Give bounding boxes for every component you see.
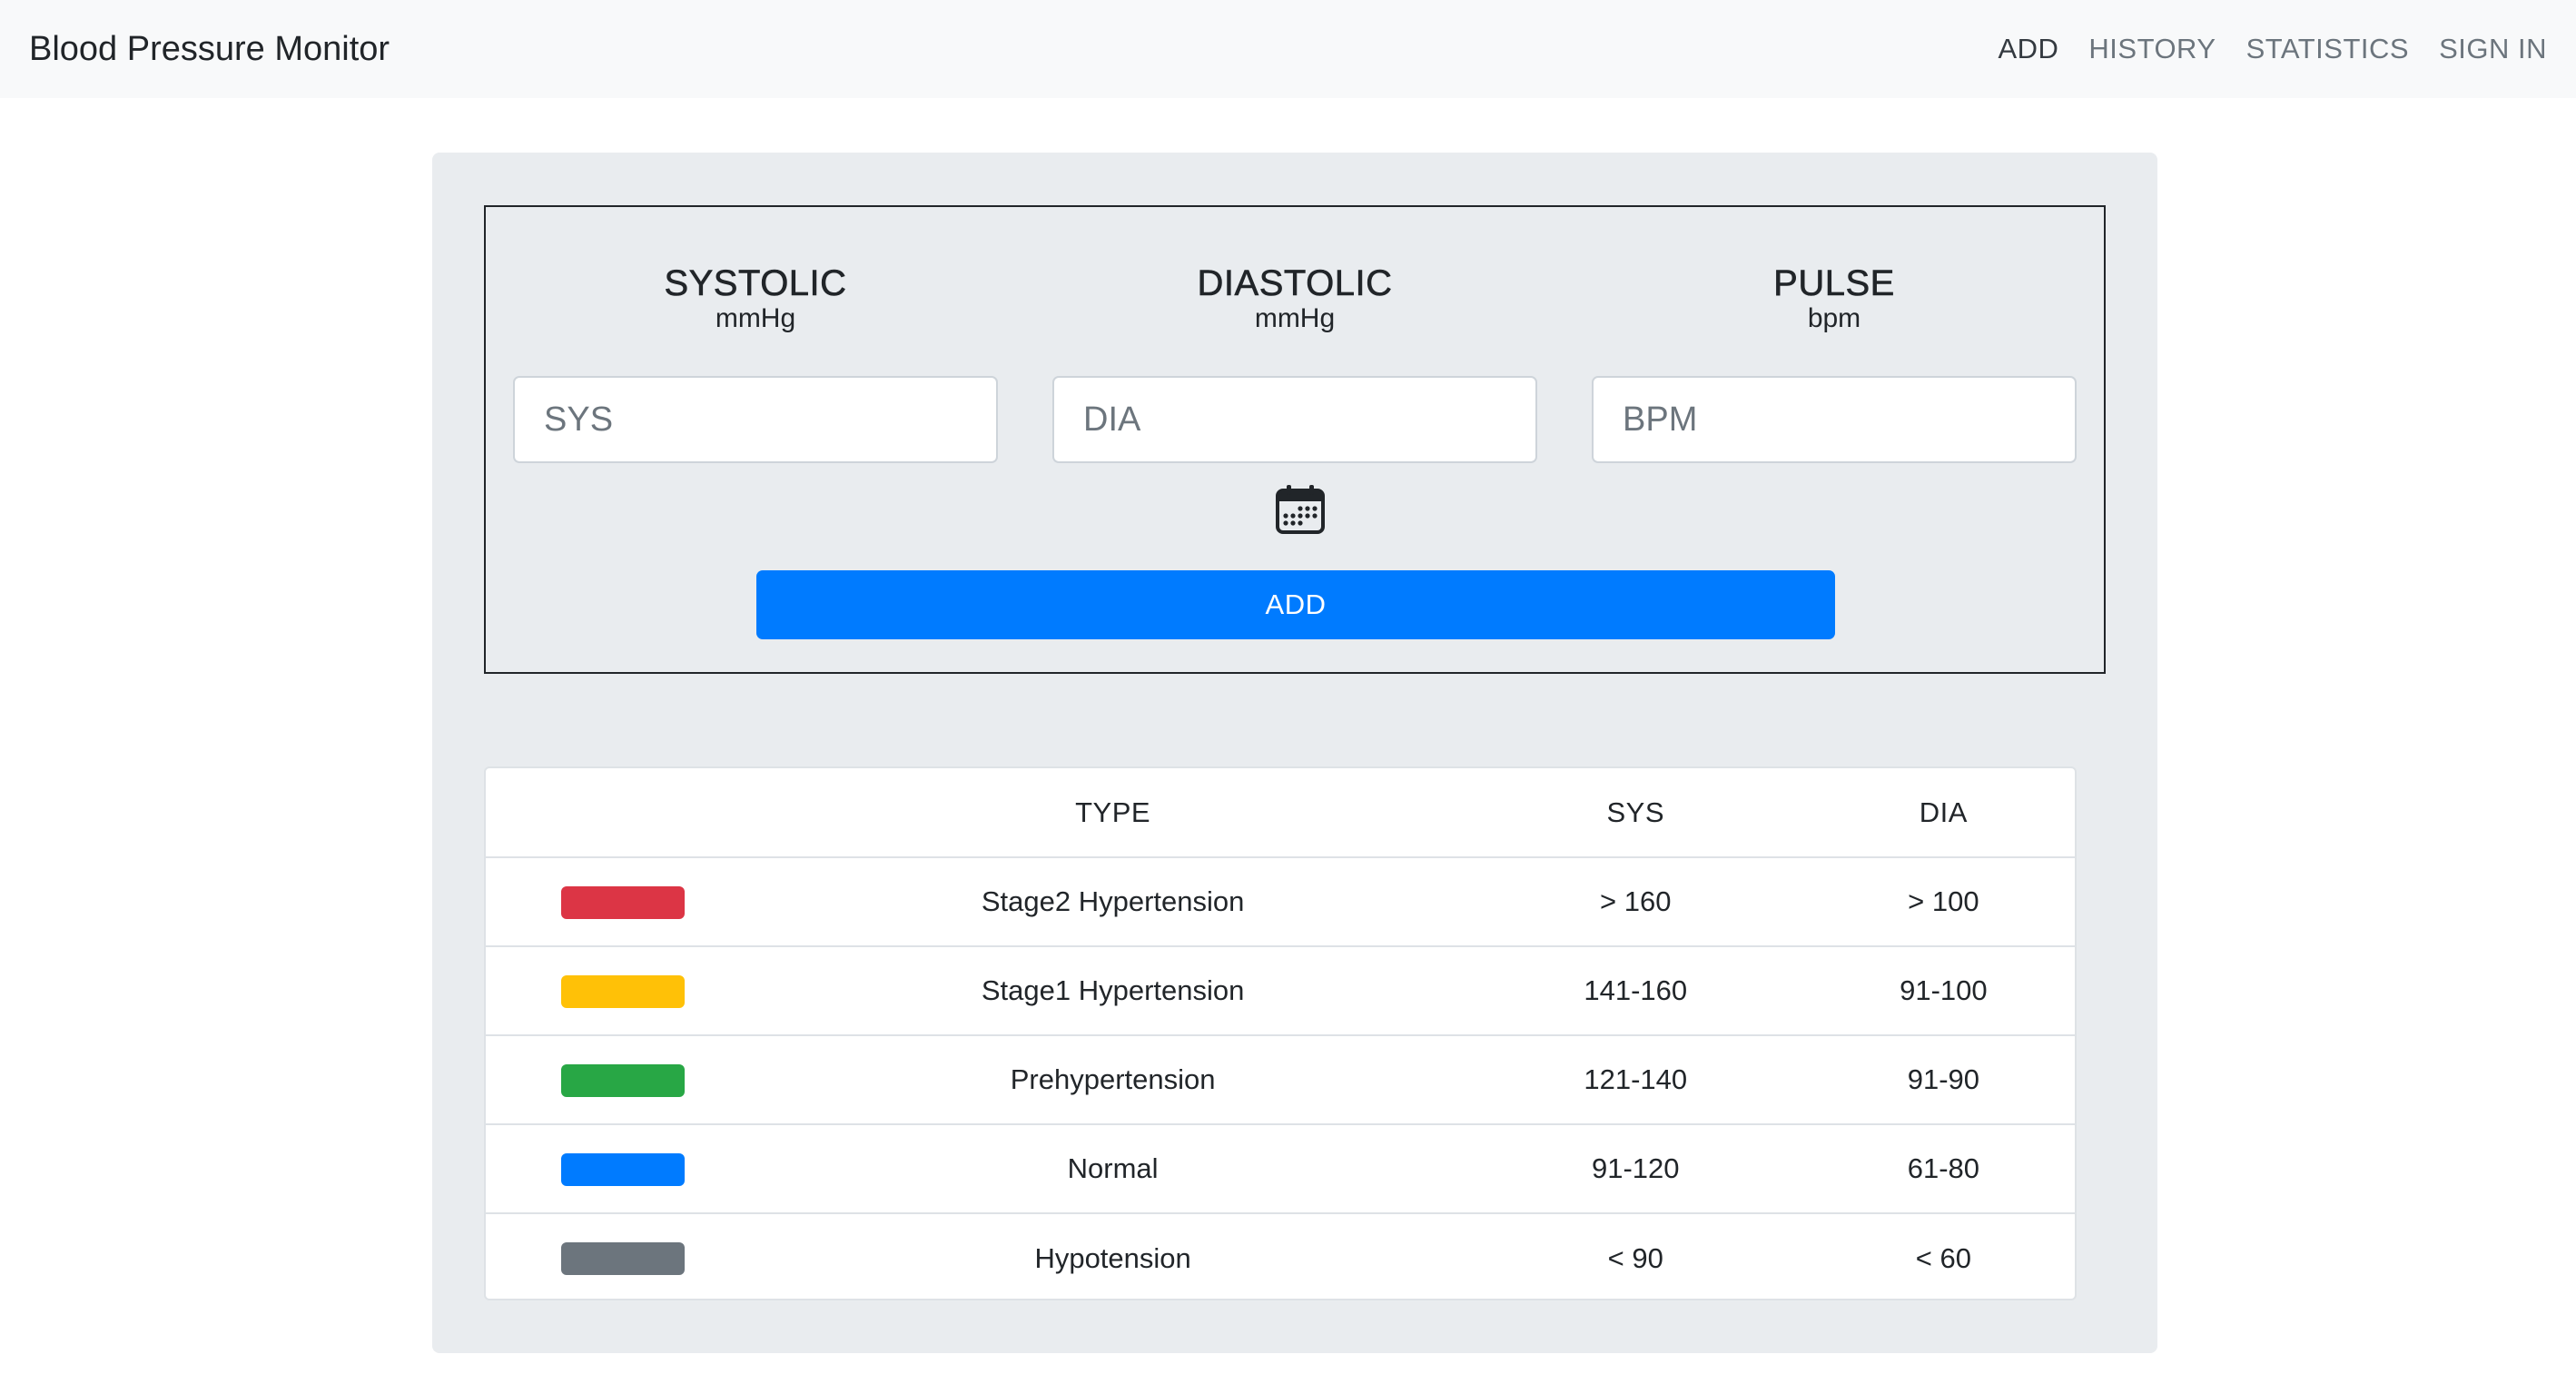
type-cell: Stage1 Hypertension	[766, 946, 1459, 1036]
main-panel: SYSTOLIC mmHg DIASTOLIC mmHg PULSE bpm S…	[432, 153, 2157, 1353]
sys-cell: 91-120	[1458, 1124, 1812, 1214]
pulse-header: PULSE bpm	[1592, 263, 2077, 333]
systolic-unit: mmHg	[715, 303, 796, 333]
swatch-cell	[486, 1035, 767, 1125]
table-row: Prehypertension 121-140 91-90	[486, 1035, 2075, 1125]
navbar: Blood Pressure Monitor ADD HISTORY STATI…	[0, 0, 2576, 98]
pulse-input[interactable]	[1592, 376, 2077, 463]
calendar-icon[interactable]	[1274, 483, 1327, 536]
bp-category-table: TYPE SYS DIA Stage2 Hypertension > 160 >…	[484, 766, 2077, 1300]
bp-table: TYPE SYS DIA Stage2 Hypertension > 160 >…	[486, 768, 2075, 1299]
table-row: Hypotension < 90 < 60	[486, 1213, 2075, 1299]
sys-cell: 141-160	[1458, 946, 1812, 1036]
swatch-cell	[486, 946, 767, 1036]
header-dia: DIA	[1811, 768, 2075, 858]
diastolic-header: DIASTOLIC mmHg	[1052, 263, 1537, 333]
systolic-header: SYSTOLIC mmHg	[513, 263, 998, 333]
sys-cell: 121-140	[1458, 1035, 1812, 1125]
color-swatch	[560, 1152, 685, 1186]
swatch-cell	[486, 1213, 766, 1299]
header-swatch	[486, 768, 767, 858]
swatch-cell	[486, 857, 767, 947]
table-header-row: TYPE SYS DIA	[486, 768, 2075, 858]
dia-cell: 91-90	[1811, 1035, 2075, 1125]
dia-cell: < 60	[1915, 1241, 1971, 1274]
nav-item-add[interactable]: ADD	[1998, 33, 2058, 65]
nav-item-sign-in[interactable]: SIGN IN	[2439, 33, 2547, 65]
add-reading-button[interactable]: ADD	[756, 570, 1835, 639]
sys-cell: < 90	[1607, 1241, 1663, 1274]
systolic-input[interactable]	[513, 376, 998, 463]
color-swatch	[560, 1063, 685, 1097]
nav-item-statistics[interactable]: STATISTICS	[2246, 33, 2410, 65]
header-type: TYPE	[766, 768, 1459, 858]
table-row: Stage2 Hypertension > 160 > 100	[486, 857, 2075, 947]
sys-cell: > 160	[1458, 857, 1812, 947]
nav-item-history[interactable]: HISTORY	[2088, 33, 2216, 65]
swatch-cell	[486, 1124, 767, 1214]
type-cell: Normal	[766, 1124, 1459, 1214]
table-row: Stage1 Hypertension 141-160 91-100	[486, 946, 2075, 1036]
dia-cell: 61-80	[1811, 1124, 2075, 1214]
diastolic-input[interactable]	[1052, 376, 1537, 463]
table-row: Normal 91-120 61-80	[486, 1124, 2075, 1214]
dia-cell: > 100	[1811, 857, 2075, 947]
diastolic-title: DIASTOLIC	[1197, 263, 1393, 304]
systolic-title: SYSTOLIC	[664, 263, 847, 304]
pulse-unit: bpm	[1807, 303, 1861, 333]
diastolic-unit: mmHg	[1254, 303, 1336, 333]
nav-links: ADD HISTORY STATISTICS SIGN IN	[1968, 33, 2547, 65]
dia-cell: 91-100	[1811, 946, 2075, 1036]
app-title[interactable]: Blood Pressure Monitor	[29, 30, 390, 69]
color-swatch	[560, 885, 685, 919]
pulse-title: PULSE	[1773, 263, 1895, 304]
type-cell: Stage2 Hypertension	[766, 857, 1459, 947]
type-cell: Prehypertension	[766, 1035, 1459, 1125]
type-cell: Hypotension	[1034, 1241, 1191, 1274]
reading-form: SYSTOLIC mmHg DIASTOLIC mmHg PULSE bpm S…	[484, 205, 2106, 674]
color-swatch	[560, 974, 685, 1008]
color-swatch	[560, 1242, 685, 1276]
header-sys: SYS	[1458, 768, 1812, 858]
